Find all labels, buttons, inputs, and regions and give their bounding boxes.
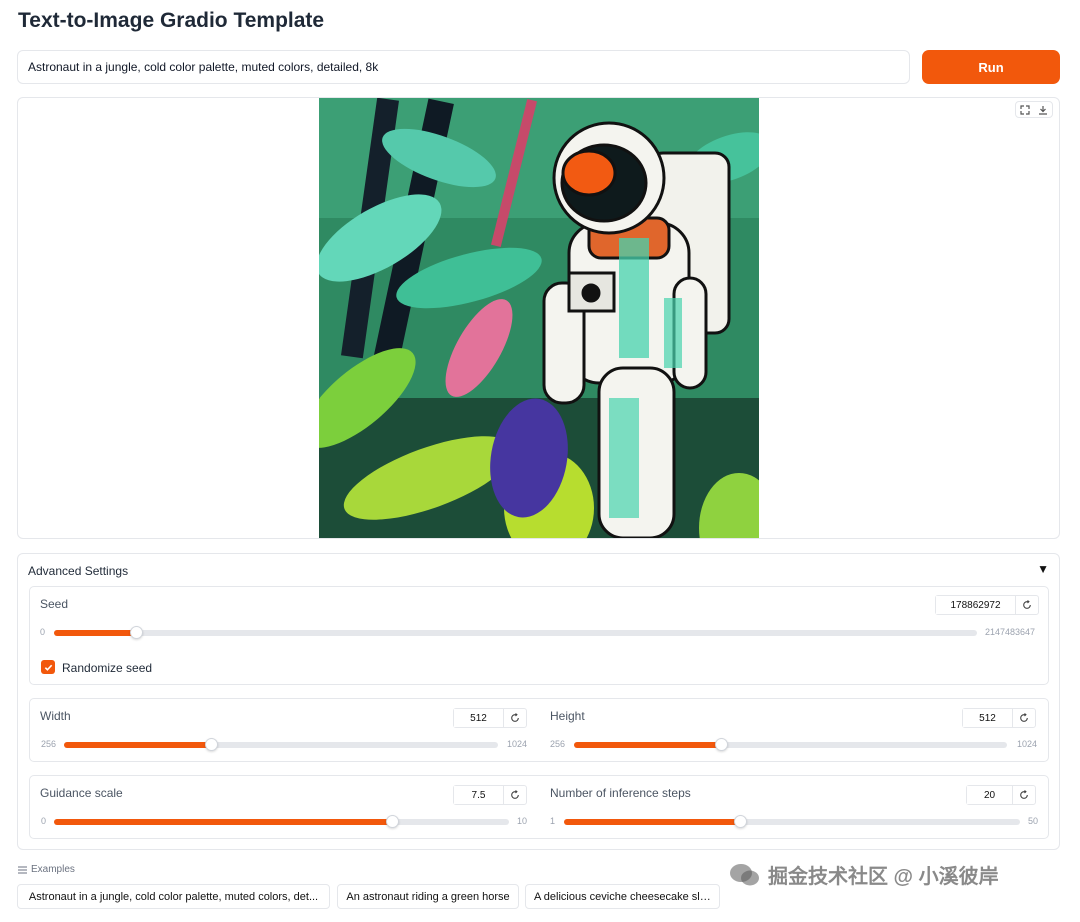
width-reset-icon[interactable] [504,709,526,727]
example-button[interactable]: An astronaut riding a green horse [337,884,519,909]
width-slider-thumb[interactable] [205,738,218,751]
width-label: Width [40,709,71,723]
steps-input[interactable] [967,786,1013,804]
guidance-input[interactable] [454,786,504,804]
steps-slider-thumb[interactable] [734,815,747,828]
seed-slider[interactable] [54,626,977,639]
guidance-reset-icon[interactable] [504,786,526,804]
generation-row: Guidance scale 0 10 Number of inference … [29,775,1049,839]
advanced-settings-accordion: Advanced Settings ▼ Seed 0 2147483647 Ra… [17,553,1060,850]
seed-min: 0 [40,627,46,637]
seed-slider-thumb[interactable] [130,626,143,639]
dimensions-row: Width 256 1024 Height 256 1024 [29,698,1049,762]
list-icon [18,866,27,873]
steps-reset-icon[interactable] [1013,786,1035,804]
generated-image [319,98,759,538]
guidance-label: Guidance scale [40,786,123,800]
seed-input[interactable] [936,596,1016,614]
examples-header: Examples [18,864,75,875]
seed-max: 2147483647 [985,627,1036,637]
width-slider[interactable] [64,738,498,751]
steps-label: Number of inference steps [550,786,691,800]
width-min: 256 [41,739,57,749]
prompt-input[interactable] [17,50,910,84]
example-button[interactable]: Astronaut in a jungle, cold color palett… [17,884,330,909]
seed-control: Seed 0 2147483647 Randomize seed [29,586,1049,685]
height-max: 1024 [1017,739,1038,749]
fullscreen-icon[interactable] [1016,102,1034,117]
seed-number-box [935,595,1039,615]
seed-reset-icon[interactable] [1016,596,1038,614]
randomize-seed-label: Randomize seed [62,661,153,675]
width-number-box [453,708,527,728]
height-reset-icon[interactable] [1013,709,1035,727]
run-button[interactable]: Run [922,50,1060,84]
wechat-icon [730,863,759,885]
example-button[interactable]: A delicious ceviche cheesecake slice [525,884,720,909]
download-icon[interactable] [1034,102,1052,117]
image-actions [1015,101,1053,118]
collapse-arrow-icon[interactable]: ▼ [1037,562,1049,576]
watermark: 掘金技术社区 @ 小溪彼岸 [730,860,999,889]
guidance-slider[interactable] [54,815,509,828]
height-label: Height [550,709,585,723]
page-title: Text-to-Image Gradio Template [18,9,325,32]
height-number-box [962,708,1036,728]
steps-slider[interactable] [564,815,1020,828]
guidance-min: 0 [41,816,47,826]
examples-label: Examples [31,864,75,875]
height-min: 256 [550,739,566,749]
width-input[interactable] [454,709,504,727]
height-slider-thumb[interactable] [715,738,728,751]
accordion-label[interactable]: Advanced Settings [28,564,128,578]
steps-number-box [966,785,1036,805]
image-output-panel [17,97,1060,539]
width-max: 1024 [507,739,528,749]
height-slider[interactable] [574,738,1007,751]
steps-min: 1 [550,816,556,826]
guidance-max: 10 [517,816,528,826]
guidance-number-box [453,785,527,805]
guidance-slider-thumb[interactable] [386,815,399,828]
randomize-seed-checkbox[interactable] [41,660,55,674]
seed-label: Seed [40,597,69,611]
steps-max: 50 [1028,816,1039,826]
watermark-text: 掘金技术社区 @ 小溪彼岸 [768,866,999,888]
height-input[interactable] [963,709,1013,727]
